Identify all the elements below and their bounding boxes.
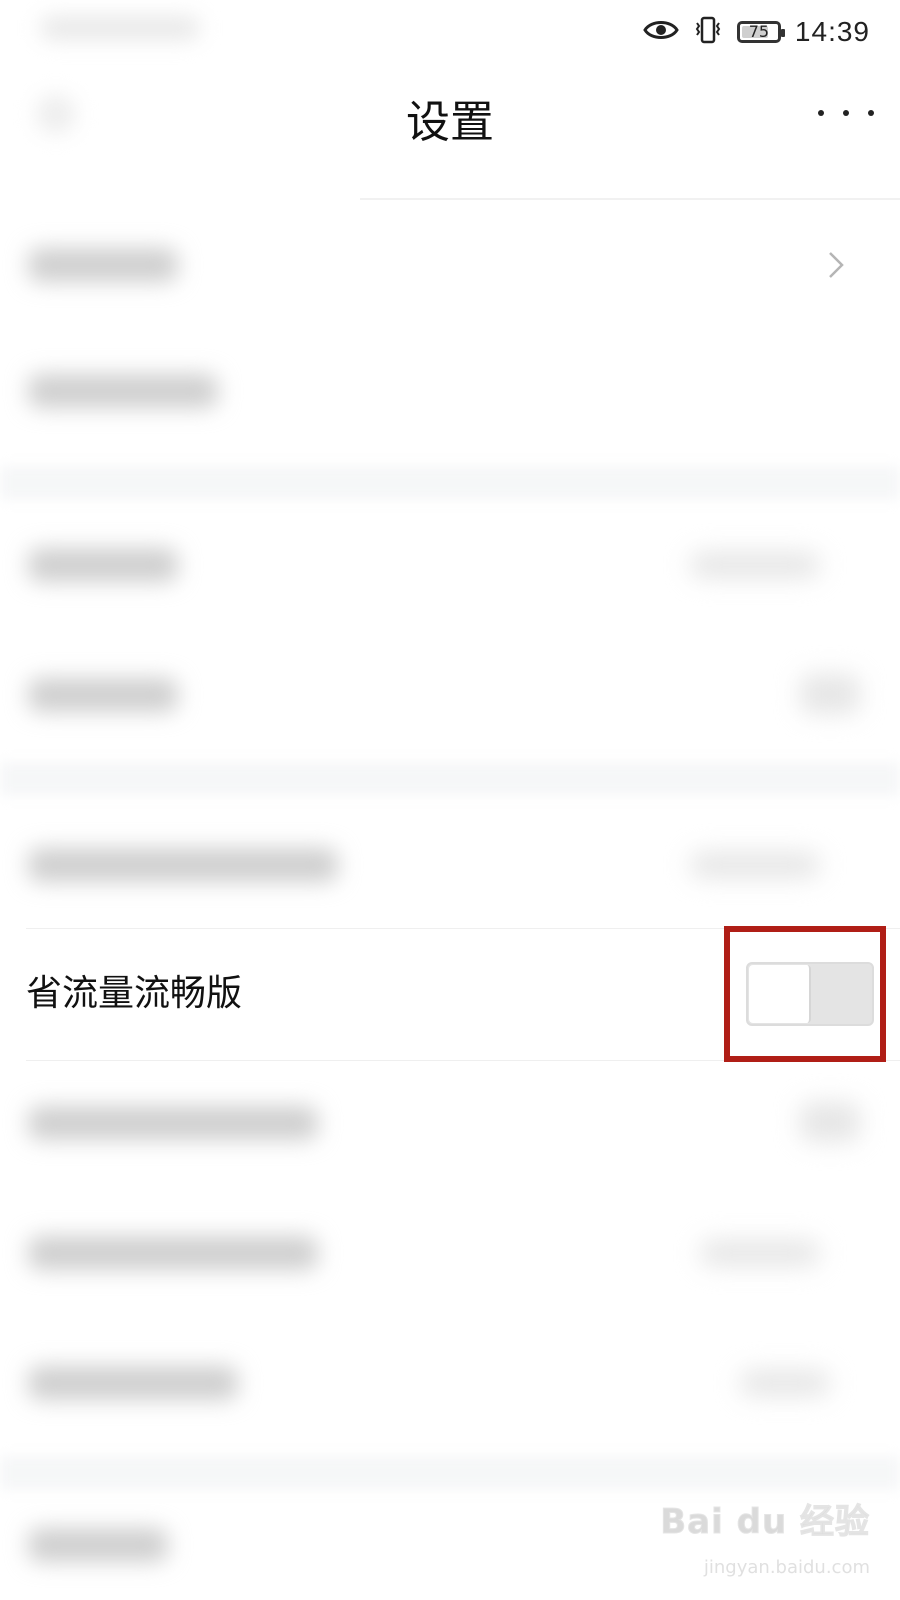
settings-row-blurred-8[interactable] [0, 1322, 900, 1452]
settings-row-blurred-4[interactable] [0, 630, 900, 760]
settings-row-blurred-7[interactable] [0, 1192, 900, 1322]
more-options-button[interactable] [818, 100, 874, 126]
settings-screen: 75 14:39 设置 省流量流畅版 Bai du 经验 jingyan.bai… [0, 0, 900, 1600]
settings-row-blurred-2[interactable] [0, 330, 900, 460]
settings-row-blurred-6[interactable] [0, 1062, 900, 1192]
battery-level: 75 [748, 22, 770, 41]
blurred-label [28, 848, 338, 882]
section-gap [0, 1456, 900, 1490]
page-title: 设置 [406, 97, 494, 148]
section-gap [0, 466, 900, 500]
status-time: 14:39 [794, 16, 870, 47]
settings-row-blurred-5[interactable] [0, 800, 900, 930]
data-saver-label: 省流量流畅版 [26, 973, 243, 1014]
navigation-bar: 设置 [0, 64, 900, 200]
blurred-value [800, 1102, 860, 1142]
blurred-value [700, 1240, 820, 1266]
row-divider [26, 928, 900, 929]
status-bar-right: 75 14:39 [643, 12, 870, 52]
blurred-value [740, 1370, 830, 1396]
blurred-value [690, 852, 820, 878]
toggle-knob [749, 965, 811, 1023]
battery-icon: 75 [736, 21, 785, 43]
blurred-value [690, 552, 820, 578]
blurred-label [28, 1528, 168, 1562]
status-bar-left-blurred [40, 16, 200, 40]
blurred-label [28, 374, 218, 408]
status-bar: 75 14:39 [0, 0, 900, 64]
blurred-label [28, 248, 178, 282]
blurred-label [28, 1106, 318, 1140]
settings-row-blurred-3[interactable] [0, 500, 900, 630]
blurred-label [28, 1366, 238, 1400]
chevron-right-icon [829, 252, 844, 278]
section-gap [0, 762, 900, 796]
row-divider [26, 1060, 900, 1061]
settings-row-blurred-1[interactable] [0, 200, 900, 330]
blurred-value [800, 674, 860, 714]
more-dots-icon [868, 110, 874, 116]
more-dots-icon [818, 110, 824, 116]
blurred-label [28, 678, 178, 712]
settings-row-blurred-9[interactable] [0, 1490, 900, 1600]
settings-row-data-saver: 省流量流畅版 [0, 930, 900, 1060]
blurred-label [28, 1236, 318, 1270]
data-saver-toggle[interactable] [746, 962, 874, 1026]
blurred-label [28, 548, 178, 582]
eye-icon [643, 18, 679, 46]
vibrate-icon [693, 15, 723, 49]
more-dots-icon [843, 110, 849, 116]
